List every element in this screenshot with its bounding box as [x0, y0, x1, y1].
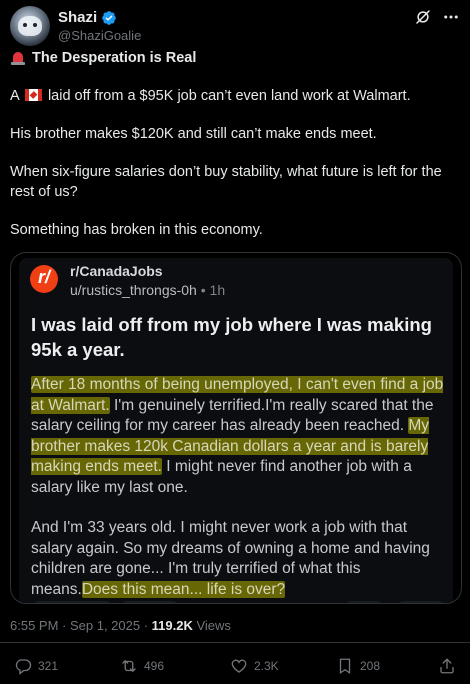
tweet-timestamp: 6:55 PM · Sep 1, 2025 · 119.2K Views — [10, 618, 231, 633]
bookmark-icon — [339, 658, 351, 675]
more-options-icon[interactable] — [442, 8, 460, 26]
author-handle[interactable]: @ShaziGoalie — [58, 28, 141, 43]
reply-button[interactable]: 321 — [14, 657, 58, 675]
reddit-action-button — [31, 601, 115, 603]
author-name-row[interactable]: Shazi — [58, 9, 117, 26]
bookmark-button[interactable]: 208 — [336, 657, 380, 675]
verified-badge-icon — [102, 10, 117, 25]
post-body: After 18 months of being unemployed, I c… — [31, 375, 451, 603]
heart-icon — [231, 659, 247, 673]
canada-flag-icon — [24, 89, 42, 101]
reddit-action-button — [119, 601, 181, 603]
views-label: Views — [192, 618, 231, 633]
tweet-header: Shazi @ShaziGoalie — [10, 6, 460, 46]
repost-count: 496 — [144, 659, 165, 673]
reply-icon — [15, 659, 32, 675]
repost-button[interactable]: 496 — [120, 657, 164, 675]
divider — [0, 642, 470, 643]
post-age: 1h — [209, 282, 226, 298]
post-paragraph-2: And I'm 33 years old. I might never work… — [31, 518, 451, 600]
share-button[interactable] — [438, 657, 456, 675]
post-author: u/rustics_throngs-0h — [70, 282, 197, 298]
post-paragraph-1: After 18 months of being unemployed, I c… — [31, 375, 451, 498]
subreddit-name: r/CanadaJobs — [70, 263, 163, 279]
reply-count: 321 — [38, 659, 59, 673]
tweet-headline: The Desperation is Real — [10, 48, 460, 68]
reddit-logo-text: r/ — [37, 267, 50, 287]
action-bar: 321 496 2.3K 208 — [14, 657, 464, 679]
line1-suffix: laid off from a $95K job can’t even land… — [47, 88, 411, 104]
timestamp-text[interactable]: 6:55 PM · Sep 1, 2025 · — [10, 618, 152, 633]
reddit-screenshot-card[interactable]: r/ r/CanadaJobs u/rustics_throngs-0h • 1… — [10, 252, 462, 604]
tweet-line-2: His brother makes $120K and still can’t … — [10, 126, 377, 142]
highlight-3: Does this mean... life is over? — [81, 580, 286, 598]
tweet-line-1: A laid off from a $95K job can’t even la… — [10, 86, 460, 106]
tweet-line-3: When six-figure salaries don’t buy stabi… — [10, 164, 442, 200]
reddit-action-button — [343, 601, 385, 603]
share-icon — [440, 658, 454, 674]
post-title: I was laid off from my job where I was m… — [31, 314, 432, 360]
line1-prefix: A — [10, 88, 19, 104]
avatar[interactable] — [10, 6, 50, 46]
siren-emoji-icon — [10, 50, 26, 66]
author-name[interactable]: Shazi — [58, 9, 97, 26]
meta-separator: • — [200, 282, 206, 298]
like-button[interactable]: 2.3K — [230, 657, 279, 675]
headline-text: The Desperation is Real — [32, 50, 197, 66]
reddit-action-button — [395, 601, 447, 603]
reddit-post: r/ r/CanadaJobs u/rustics_throngs-0h • 1… — [19, 258, 453, 603]
bookmark-count: 208 — [360, 659, 381, 673]
views-count: 119.2K — [151, 618, 193, 633]
grok-icon[interactable] — [414, 8, 432, 26]
repost-icon — [122, 660, 136, 672]
like-count: 2.3K — [254, 659, 279, 673]
reddit-logo-icon: r/ — [30, 265, 58, 293]
tweet-line-4: Something has broken in this economy. — [10, 222, 263, 238]
tweet-text: The Desperation is Real A laid off from … — [10, 48, 460, 240]
post-meta: u/rustics_throngs-0h • 1h — [70, 282, 225, 298]
